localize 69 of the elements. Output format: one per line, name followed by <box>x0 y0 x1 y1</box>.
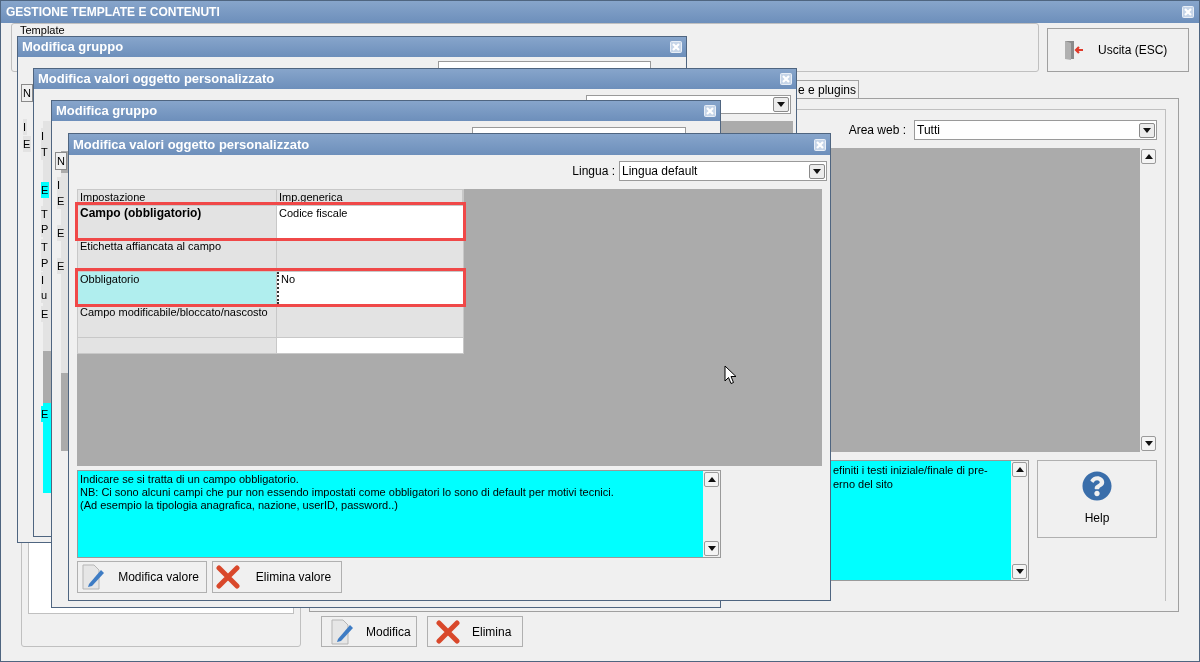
scroll-down-icon[interactable] <box>1141 436 1156 451</box>
table-cell: E <box>41 406 50 422</box>
exit-button[interactable]: Uscita (ESC) <box>1047 28 1189 72</box>
table-cell: E <box>41 306 50 322</box>
help-icon <box>1082 471 1112 501</box>
edit-value-button[interactable]: Modifica valore <box>77 561 207 593</box>
exit-door-icon <box>1062 39 1084 61</box>
tab[interactable]: N <box>21 84 33 102</box>
description-text: (Ad esempio la tipologia anagrafica, nazione, userID, password..) <box>80 499 399 512</box>
description-text: Indicare se si tratta di un campo obbligatorio. <box>80 473 300 486</box>
table-cell: Obbligatorio <box>78 272 277 304</box>
mouse-cursor-icon <box>724 365 737 385</box>
group-label: Template <box>20 24 66 36</box>
table-cell: E <box>57 258 66 274</box>
table-row[interactable]: Obbligatorio No <box>78 271 463 304</box>
table-row[interactable]: Campo modificabile/bloccato/nascosto <box>78 304 463 337</box>
window-title: GESTIONE TEMPLATE E CONTENUTI <box>6 4 220 21</box>
cross-icon <box>216 565 240 589</box>
scroll-up-icon[interactable] <box>704 472 719 487</box>
table-cell: u <box>41 287 49 303</box>
table-cell[interactable]: Codice fiscale <box>276 206 463 238</box>
scrollbar[interactable] <box>1140 148 1157 452</box>
window-title: Modifica gruppo <box>22 38 124 57</box>
table-cell: P <box>41 221 50 237</box>
scrollbar[interactable] <box>703 471 720 557</box>
edit-button[interactable]: Modifica <box>321 616 417 647</box>
scroll-down-icon[interactable] <box>704 541 719 556</box>
scrollbar[interactable] <box>1011 461 1028 580</box>
close-icon[interactable] <box>814 138 826 151</box>
area-web-select[interactable]: Tutti <box>914 120 1157 140</box>
area-web-label: Area web : <box>848 122 906 139</box>
tab[interactable]: e e plugins <box>796 80 860 98</box>
column-header: Impostazione <box>78 190 277 205</box>
pencil-document-icon <box>330 618 354 645</box>
table-cell: I <box>41 128 46 144</box>
delete-value-button[interactable]: Elimina valore <box>212 561 342 593</box>
description-text: NB: Ci sono alcuni campi che pur non essendo impostati come obbligatori lo sono di default per motivi tecnici. <box>80 486 615 499</box>
delete-button[interactable]: Elimina <box>427 616 523 647</box>
table-cell: T <box>41 239 49 255</box>
table-cell: E <box>57 193 66 209</box>
table-cell: I <box>57 177 62 193</box>
table-cell: P <box>41 255 50 271</box>
scroll-up-icon[interactable] <box>1141 149 1156 164</box>
table-cell: I <box>41 272 46 288</box>
table-cell: Campo (obbligatorio) <box>78 206 277 238</box>
help-button[interactable]: Help <box>1037 460 1157 538</box>
scroll-up-icon[interactable] <box>1012 462 1027 477</box>
language-select[interactable]: Lingua default <box>619 161 827 181</box>
cross-icon <box>436 619 460 644</box>
description-text: erno del sito <box>833 477 894 491</box>
table-cell: I <box>23 119 28 135</box>
pencil-document-icon <box>81 564 105 590</box>
window-title: Modifica valori oggetto personalizzato <box>73 135 310 154</box>
window-title: Modifica gruppo <box>56 102 158 121</box>
tab[interactable]: N <box>55 152 67 170</box>
description-text: efiniti i testi iniziale/finale di pre- <box>833 463 989 477</box>
table-row[interactable]: Campo (obbligatorio) Codice fiscale <box>78 205 463 238</box>
scroll-down-icon[interactable] <box>1012 564 1027 579</box>
table-cell: T <box>41 144 49 160</box>
table-cell: E <box>57 225 66 241</box>
window-title: Modifica valori oggetto personalizzato <box>38 70 275 89</box>
table-cell: E <box>23 136 32 152</box>
language-label: Lingua : <box>572 163 615 180</box>
table-cell: E <box>41 182 50 198</box>
table-cell: T <box>41 206 49 222</box>
table-cell: Campo modificabile/bloccato/nascosto <box>78 305 277 337</box>
column-header: Imp.generica <box>276 190 463 205</box>
table-cell[interactable]: No <box>276 272 463 304</box>
table-cell[interactable] <box>276 338 463 353</box>
